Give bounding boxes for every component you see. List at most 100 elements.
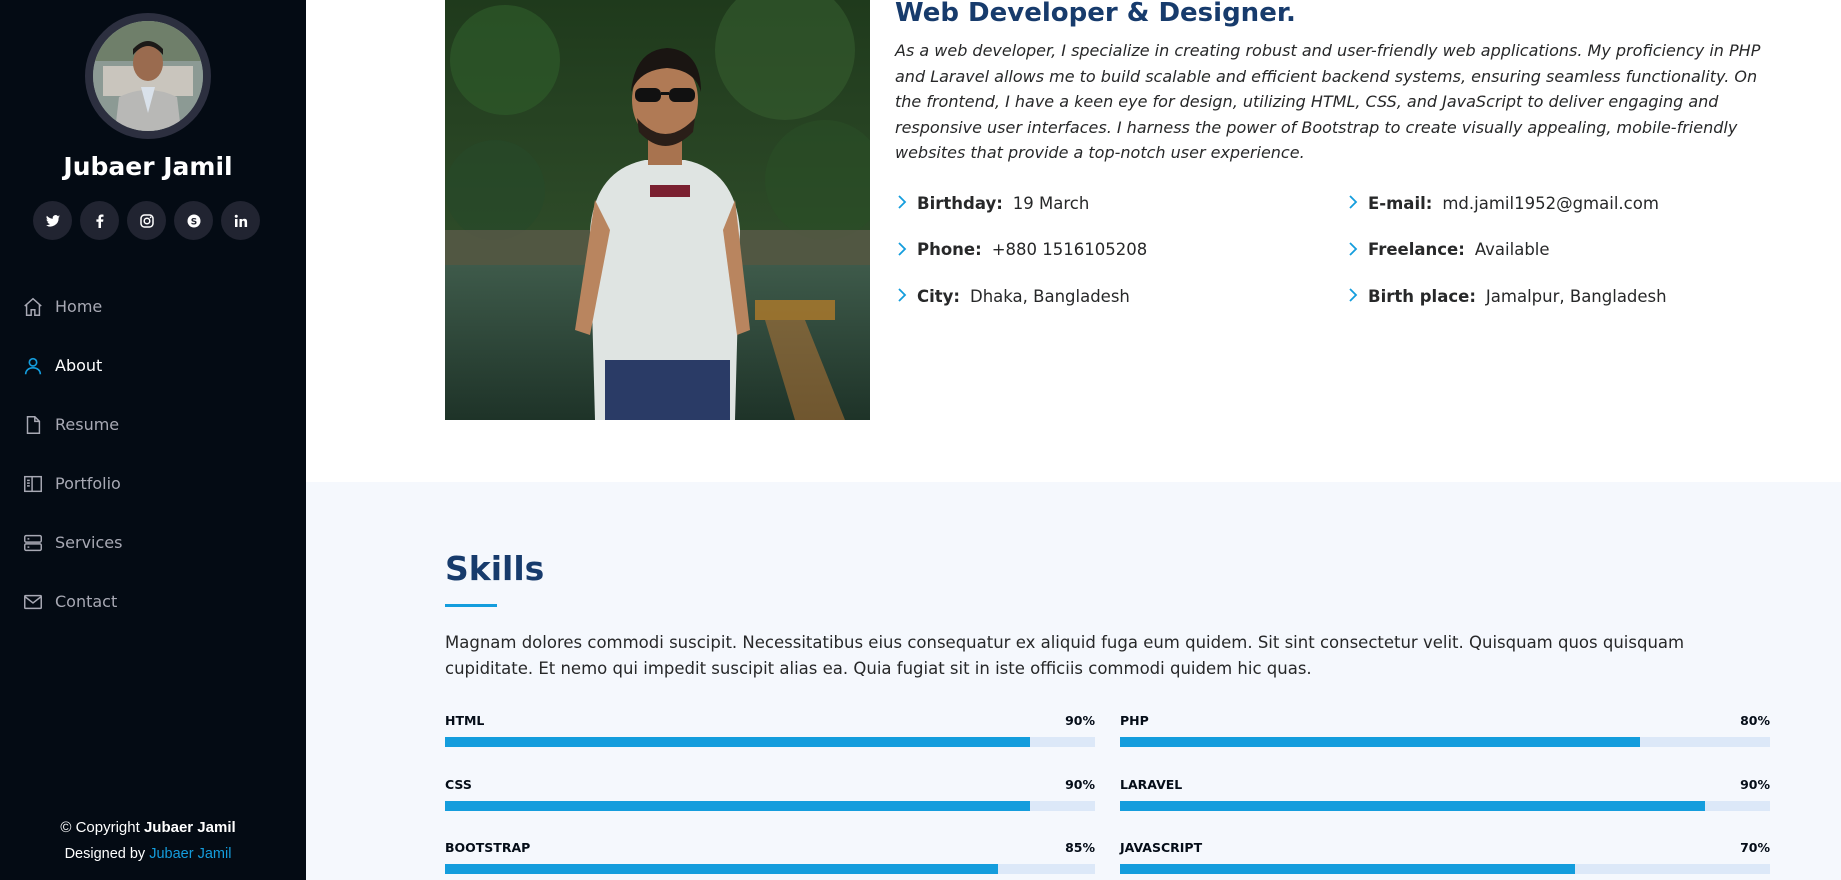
chevron-right-icon — [1346, 238, 1360, 262]
skill-name: PHP — [1120, 713, 1149, 728]
progress-bar — [445, 737, 1095, 747]
skill-name: JAVASCRIPT — [1120, 840, 1203, 855]
copyright-prefix: © Copyright — [60, 819, 140, 836]
skill-javascript: JAVASCRIPT 70% — [1120, 840, 1770, 874]
about-title: Web Developer & Designer. — [895, 0, 1296, 28]
file-icon — [22, 414, 44, 436]
twitter-link[interactable] — [33, 201, 72, 240]
title-underline — [445, 604, 497, 607]
info-label: E-mail: — [1368, 193, 1433, 213]
copyright-line: © Copyright Jubaer Jamil — [0, 815, 296, 841]
skill-bootstrap: BOOTSTRAP 85% — [445, 840, 1095, 874]
instagram-link[interactable] — [127, 201, 166, 240]
linkedin-link[interactable] — [221, 201, 260, 240]
progress-fill — [445, 737, 1030, 747]
skill-percent: 90% — [1065, 777, 1095, 792]
credits-line: Designed by Jubaer Jamil — [0, 841, 296, 867]
info-label: Freelance: — [1368, 240, 1465, 260]
nav-item-about[interactable]: About — [0, 336, 306, 395]
info-value: +880 1516105208 — [991, 240, 1148, 260]
progress-bar — [1120, 801, 1770, 811]
info-city: City: Dhaka, Bangladesh — [895, 273, 1147, 320]
skill-name: BOOTSTRAP — [445, 840, 531, 855]
nav-label: Portfolio — [55, 474, 121, 493]
copyright: © Copyright Jubaer Jamil Designed by Jub… — [0, 815, 296, 867]
skype-link[interactable]: S — [174, 201, 213, 240]
skill-name: HTML — [445, 713, 485, 728]
progress-fill — [1120, 801, 1705, 811]
info-label: Phone: — [917, 240, 982, 260]
chevron-right-icon — [895, 238, 909, 262]
skill-percent: 70% — [1740, 840, 1770, 855]
nav-item-home[interactable]: Home — [0, 277, 306, 336]
main-nav: Home About Resume Portfolio Services Con… — [0, 277, 306, 631]
info-column-right: E-mail: md.jamil1952@gmail.com Freelance… — [1346, 180, 1667, 320]
about-section: Web Developer & Designer. As a web devel… — [306, 0, 1841, 482]
profile-photo — [93, 21, 203, 131]
progress-fill — [445, 864, 998, 874]
instagram-icon — [139, 213, 154, 228]
nav-item-portfolio[interactable]: Portfolio — [0, 454, 306, 513]
svg-text:S: S — [190, 217, 196, 227]
portrait-image — [445, 0, 870, 420]
skill-percent: 80% — [1740, 713, 1770, 728]
skills-description: Magnam dolores commodi suscipit. Necessi… — [445, 633, 1685, 678]
envelope-icon — [22, 591, 44, 613]
social-links: S — [33, 201, 260, 240]
info-label: Birth place: — [1368, 286, 1476, 306]
server-icon — [22, 532, 44, 554]
info-label: Birthday: — [917, 193, 1003, 213]
twitter-icon — [45, 214, 60, 226]
nav-label: Home — [55, 297, 103, 316]
chevron-right-icon — [1346, 284, 1360, 308]
skills-title: Skills — [445, 549, 545, 588]
progress-fill — [1120, 864, 1575, 874]
skill-percent: 90% — [1740, 777, 1770, 792]
info-value: md.jamil1952@gmail.com — [1442, 193, 1659, 213]
skill-percent: 85% — [1065, 840, 1095, 855]
profile-avatar — [85, 13, 211, 139]
progress-fill — [445, 801, 1030, 811]
info-value: Jamalpur, Bangladesh — [1485, 286, 1667, 306]
sidebar: Jubaer Jamil S Home About Resume Portfol… — [0, 0, 306, 880]
progress-bar — [445, 864, 1095, 874]
info-birthday: Birthday: 19 March — [895, 180, 1147, 227]
info-value: Available — [1474, 240, 1550, 260]
nav-item-resume[interactable]: Resume — [0, 395, 306, 454]
facebook-link[interactable] — [80, 201, 119, 240]
progress-fill — [1120, 737, 1640, 747]
book-icon — [22, 473, 44, 495]
nav-label: Contact — [55, 592, 118, 611]
chevron-right-icon — [895, 284, 909, 308]
designer-link[interactable]: Jubaer Jamil — [149, 846, 231, 862]
person-icon — [22, 355, 44, 377]
about-description: As a web developer, I specialize in crea… — [895, 41, 1761, 162]
nav-item-contact[interactable]: Contact — [0, 572, 306, 631]
skill-php: PHP 80% — [1120, 713, 1770, 747]
info-value: Dhaka, Bangladesh — [970, 286, 1130, 306]
info-email: E-mail: md.jamil1952@gmail.com — [1346, 180, 1667, 227]
skill-percent: 90% — [1065, 713, 1095, 728]
chevron-right-icon — [895, 191, 909, 215]
progress-bar — [1120, 737, 1770, 747]
designed-prefix: Designed by — [64, 846, 146, 862]
skill-laravel: LARAVEL 90% — [1120, 777, 1770, 811]
info-value: 19 March — [1012, 193, 1090, 213]
about-photo — [445, 0, 870, 420]
copyright-name: Jubaer Jamil — [143, 819, 236, 836]
info-birthplace: Birth place: Jamalpur, Bangladesh — [1346, 273, 1667, 320]
nav-item-services[interactable]: Services — [0, 513, 306, 572]
skill-name: LARAVEL — [1120, 777, 1183, 792]
progress-bar — [445, 801, 1095, 811]
home-icon — [22, 296, 44, 318]
profile-name: Jubaer Jamil — [63, 152, 233, 181]
linkedin-icon — [234, 214, 247, 227]
info-phone: Phone: +880 1516105208 — [895, 227, 1147, 274]
nav-label: About — [55, 356, 103, 375]
skill-html: HTML 90% — [445, 713, 1095, 747]
nav-label: Resume — [55, 415, 120, 434]
info-label: City: — [917, 286, 961, 306]
skill-name: CSS — [445, 777, 472, 792]
info-freelance: Freelance: Available — [1346, 227, 1667, 274]
skill-css: CSS 90% — [445, 777, 1095, 811]
